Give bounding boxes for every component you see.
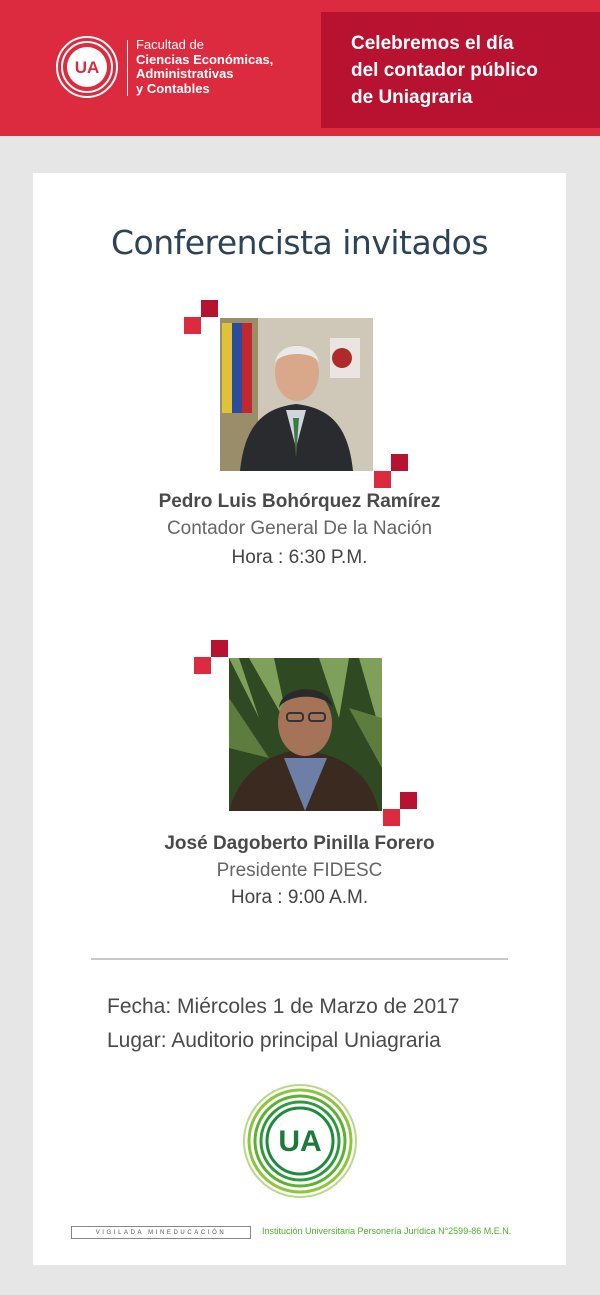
ua-logo-text: UA [75,58,100,77]
ua-logo-green-icon: UA [243,1084,357,1198]
speaker-photo [229,658,382,811]
decorative-square [201,300,218,317]
vigilada-label: VIGILADA MINEDUCACIÓN [71,1226,251,1239]
decorative-square [374,471,391,488]
faculty-line: Administrativas [136,66,234,81]
faculty-line: y Contables [136,80,210,96]
decorative-square [383,809,400,826]
decorative-square [194,657,211,674]
decorative-square [211,640,228,657]
event-date: Fecha: Miércoles 1 de Marzo de 2017 [107,995,460,1018]
header-title-line: Celebremos el día [351,33,514,54]
section-title: Conferencista invitados [110,223,489,262]
speaker-name: Pedro Luis Bohórquez Ramírez [158,491,441,512]
ua-logo-icon: UA [56,36,118,98]
header-title-line: del contador público [351,60,538,81]
speaker-time: Hora : 9:00 A.M. [230,887,369,908]
speaker-photo [220,318,373,471]
decorative-square [400,792,417,809]
speaker-time: Hora : 6:30 P.M. [231,547,368,568]
speaker-role: Presidente FIDESC [216,860,383,881]
faculty-line: Facultad de [136,37,204,52]
faculty-name: Facultad de Ciencias Económicas, Adminis… [136,37,274,96]
decorative-square [184,317,201,334]
decorative-square [391,454,408,471]
speaker-role: Contador General De la Nación [166,518,433,539]
header-title: Celebremos el día del contador público d… [351,30,591,111]
ua-logo-green-text: UA [278,1125,321,1158]
header-title-box: Celebremos el día del contador público d… [321,12,600,128]
logo-divider [127,40,128,96]
speaker-name: José Dagoberto Pinilla Forero [164,833,435,854]
institution-label: Institución Universitaria Personería Jur… [262,1226,512,1236]
header-banner: UA Facultad de Ciencias Económicas, Admi… [0,0,600,136]
content-card: Conferencista invitados Pedro Luis Bohór… [33,173,566,1265]
section-divider [91,958,508,960]
event-place: Lugar: Auditorio principal Uniagraria [107,1029,441,1052]
header-title-line: de Uniagraria [351,87,473,108]
faculty-line: Ciencias Económicas, [136,51,274,67]
